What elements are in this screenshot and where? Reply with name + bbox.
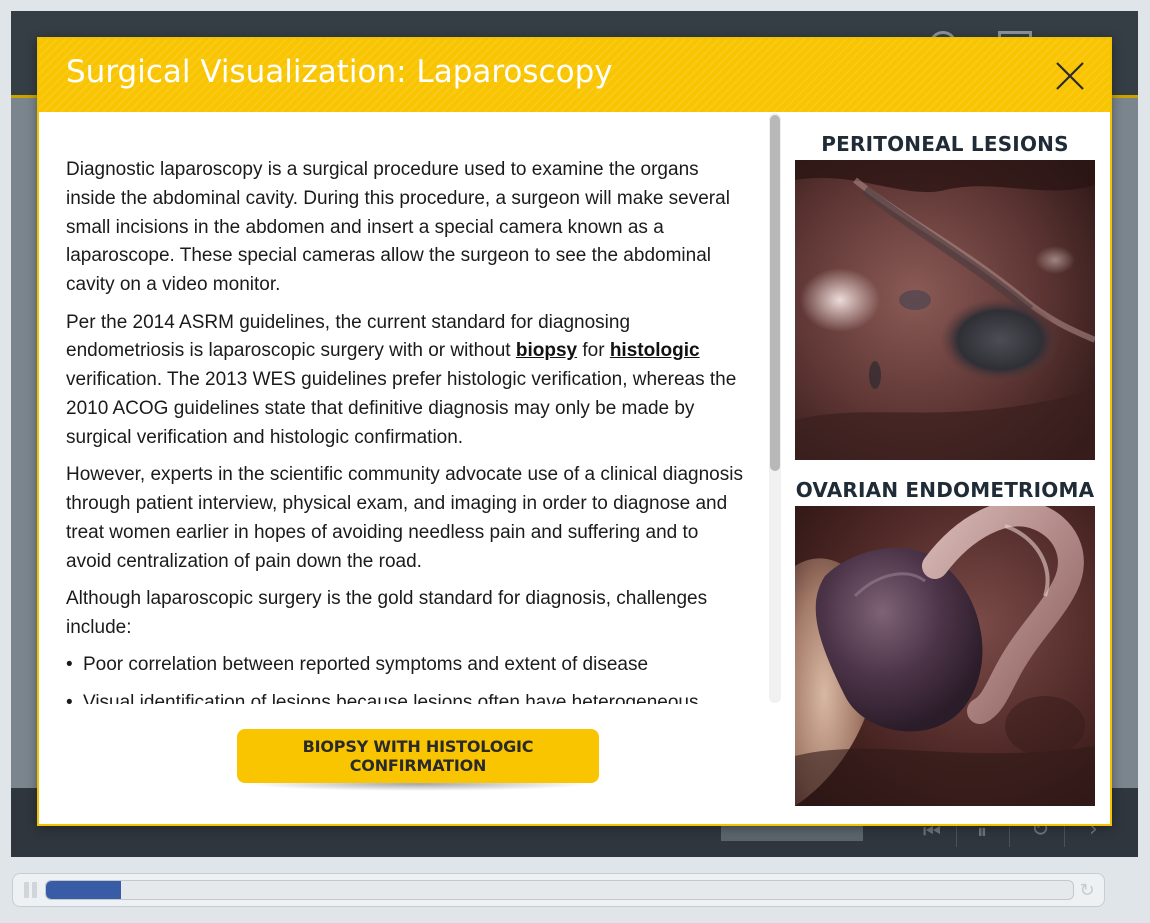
close-icon: [1056, 62, 1084, 90]
paragraph-text: for: [577, 340, 610, 362]
image-panel: PERITONEAL LESIONS OVARIAN ENDOMETRIOMA: [781, 112, 1110, 824]
modal-header: Surgical Visualization: Laparoscopy: [39, 39, 1110, 112]
list-item: • Visual identification of lesions becaus…: [66, 689, 746, 704]
progress-track[interactable]: [45, 880, 1074, 900]
ovarian-illustration: [795, 506, 1095, 806]
paragraph-guidelines: Per the 2014 ASRM guidelines, the curren…: [66, 309, 746, 453]
biopsy-link[interactable]: biopsy: [516, 340, 577, 361]
playback-scrubber: ↻: [12, 873, 1105, 907]
list-item-text: Poor correlation between reported sympto…: [83, 654, 649, 676]
peritoneal-illustration: [795, 160, 1095, 460]
text-content: Diagnostic laparoscopy is a surgical pro…: [66, 156, 746, 704]
peritoneal-lesions-image: [795, 160, 1095, 460]
close-button[interactable]: [1049, 55, 1091, 97]
text-scroll-area[interactable]: Diagnostic laparoscopy is a surgical pro…: [39, 112, 779, 704]
bullet-marker: •: [66, 691, 73, 704]
paragraph-challenges: Although laparoscopic surgery is the gol…: [66, 587, 708, 638]
laparoscopy-modal: Surgical Visualization: Laparoscopy Diag…: [37, 37, 1112, 826]
progress-fill: [46, 881, 121, 899]
paragraph-intro: Diagnostic laparoscopy is a surgical pro…: [66, 159, 730, 296]
scrollbar-thumb[interactable]: [770, 115, 780, 471]
ovarian-endometrioma-image: [795, 506, 1095, 806]
modal-title: Surgical Visualization: Laparoscopy: [66, 54, 613, 90]
peritoneal-lesions-heading: PERITONEAL LESIONS: [821, 132, 1069, 156]
paragraph-clinical-diagnosis: However, experts in the scientific commu…: [66, 464, 743, 572]
challenges-list: • Poor correlation between reported sympt…: [66, 651, 746, 704]
list-item: • Poor correlation between reported sympt…: [66, 651, 746, 680]
replay-icon[interactable]: ↻: [1076, 880, 1098, 902]
list-item-text: Visual identification of lesions because…: [83, 691, 699, 704]
biopsy-confirmation-button[interactable]: BIOPSY WITH HISTOLOGIC CONFIRMATION: [237, 729, 599, 783]
bullet-marker: •: [66, 654, 73, 676]
cta-area: BIOPSY WITH HISTOLOGIC CONFIRMATION: [237, 729, 601, 799]
ovarian-endometrioma-heading: OVARIAN ENDOMETRIOMA: [795, 478, 1095, 502]
pause-icon[interactable]: [23, 882, 39, 898]
scrollbar[interactable]: [769, 113, 781, 703]
paragraph-text: verification. The 2013 WES guidelines pr…: [66, 369, 737, 448]
histologic-link[interactable]: histologic: [610, 340, 700, 361]
